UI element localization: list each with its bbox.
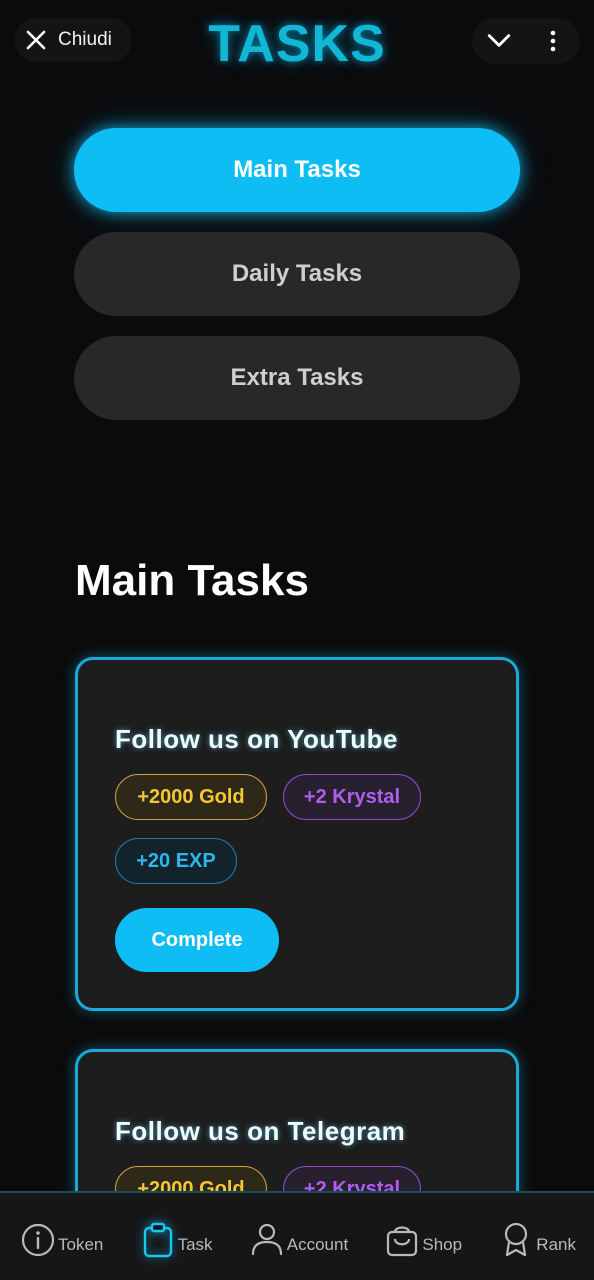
shopping-bag-icon: [387, 1225, 418, 1256]
krystal-reward-badge: +2 Krystal: [283, 774, 421, 820]
nav-item-token[interactable]: Token: [20, 1215, 103, 1259]
complete-button[interactable]: Complete: [115, 908, 279, 972]
award-icon: [505, 1222, 528, 1256]
nav-label-rank: Rank: [536, 1234, 576, 1254]
tab-extra-tasks[interactable]: Extra Tasks: [74, 336, 520, 420]
task-card: Follow us on YouTube +2000 Gold +2 Kryst…: [75, 657, 519, 1011]
nav-label-shop: Shop: [422, 1234, 463, 1254]
info-icon: [21, 1223, 55, 1256]
more-options-button[interactable]: [533, 21, 573, 61]
user-icon: [251, 1223, 282, 1255]
task-title: Follow us on YouTube: [115, 724, 398, 754]
clipboard-icon: [143, 1222, 172, 1257]
top-bar: Chiudi TASKS: [0, 0, 594, 90]
collapse-button[interactable]: [479, 21, 519, 61]
nav-item-shop[interactable]: Shop: [384, 1215, 462, 1259]
top-actions: [472, 18, 580, 64]
more-vertical-icon: [550, 30, 556, 52]
task-title: Follow us on Telegram: [115, 1116, 406, 1146]
chevron-down-icon: [487, 34, 511, 47]
tab-main-tasks[interactable]: Main Tasks: [74, 128, 520, 212]
tab-daily-tasks[interactable]: Daily Tasks: [74, 232, 520, 316]
nav-label-task: Task: [177, 1234, 213, 1254]
nav-item-account[interactable]: Account: [249, 1215, 348, 1259]
section-title: Main Tasks: [75, 556, 309, 605]
nav-item-task[interactable]: Task: [140, 1215, 213, 1259]
nav-label-token: Token: [58, 1234, 104, 1254]
bottom-nav: Token Task Account Shop Rank: [0, 1191, 594, 1280]
gold-reward-badge: +2000 Gold: [115, 774, 267, 820]
nav-label-account: Account: [286, 1234, 349, 1254]
exp-reward-badge: +20 EXP: [115, 838, 237, 884]
nav-item-rank[interactable]: Rank: [498, 1215, 576, 1259]
